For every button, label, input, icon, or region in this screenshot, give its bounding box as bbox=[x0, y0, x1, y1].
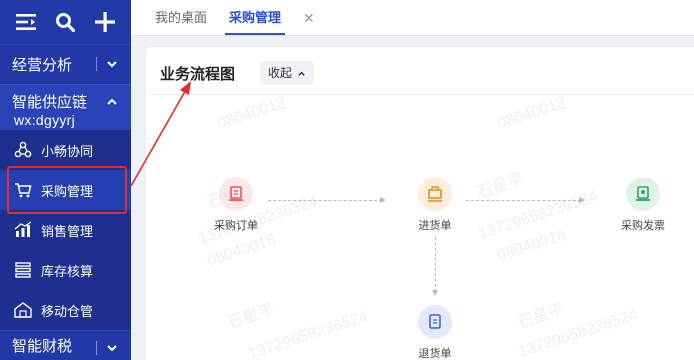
sidebar-item-label: 小畅协同 bbox=[41, 143, 94, 159]
flow-node-purchase-order[interactable]: 采购订单 bbox=[201, 177, 271, 233]
watermark: 08040018 bbox=[214, 94, 288, 133]
overlay-text: wx:dgyyrj bbox=[14, 112, 76, 128]
watermark: 石星平 bbox=[475, 170, 527, 202]
watermark: 08040018 bbox=[494, 226, 568, 265]
chart-icon bbox=[14, 221, 32, 239]
section-supply-chain-label: 智能供应链 bbox=[12, 94, 88, 111]
tab-home[interactable]: 我的桌面 bbox=[155, 0, 207, 36]
section-finance-label: 智能财税 bbox=[12, 338, 73, 355]
watermark: 13729658236524 bbox=[246, 308, 371, 360]
sidebar-item-collab[interactable]: 小畅协同 bbox=[0, 130, 131, 170]
page-title: 业务流程图 bbox=[160, 66, 236, 83]
tab-purchase-label: 采购管理 bbox=[229, 10, 282, 25]
flow-node-invoice[interactable]: 采购发票 bbox=[608, 177, 678, 233]
menu-icon[interactable] bbox=[14, 10, 38, 34]
search-icon[interactable] bbox=[53, 10, 77, 34]
add-icon[interactable] bbox=[93, 10, 117, 34]
chevron-up-icon bbox=[298, 71, 305, 76]
flow-connector bbox=[268, 197, 386, 203]
section-analysis[interactable]: 经营分析 bbox=[0, 44, 131, 84]
watermark: 13729658236524 bbox=[516, 306, 641, 360]
chevron-up-icon bbox=[107, 98, 117, 105]
receipt-icon bbox=[418, 177, 452, 211]
mobile-warehouse-icon bbox=[14, 301, 32, 319]
purchase-order-icon bbox=[219, 177, 253, 211]
watermark: 08040018 bbox=[204, 231, 278, 270]
sidebar: 经营分析 智能供应链 wx:dgyyrj 小畅协同 采购管理 销售管理 库存核算 bbox=[0, 0, 131, 360]
watermark: 08040018 bbox=[494, 94, 568, 133]
content-card: 业务流程图 收起 08040018 08040018 石星平 石星平 13729… bbox=[146, 47, 694, 360]
sidebar-item-label: 移动仓管 bbox=[41, 303, 94, 319]
section-analysis-label: 经营分析 bbox=[12, 57, 73, 74]
chevron-down-icon bbox=[107, 345, 117, 352]
sidebar-item-label: 销售管理 bbox=[41, 223, 94, 239]
node-label: 进货单 bbox=[418, 220, 452, 232]
close-icon[interactable]: ✕ bbox=[303, 0, 315, 36]
divider bbox=[96, 341, 97, 355]
divider bbox=[96, 57, 97, 71]
watermark: 石星平 bbox=[515, 300, 567, 332]
collab-icon bbox=[14, 141, 32, 159]
warehouse-icon bbox=[14, 261, 32, 279]
chevron-down-icon bbox=[107, 61, 117, 68]
collapse-button[interactable]: 收起 bbox=[260, 61, 315, 85]
flow-connector bbox=[466, 197, 585, 203]
return-icon bbox=[418, 305, 452, 339]
sidebar-item-label: 库存核算 bbox=[41, 263, 94, 279]
sidebar-item-mobile-warehouse[interactable]: 移动仓管 bbox=[0, 290, 131, 330]
tab-purchase[interactable]: 采购管理 bbox=[225, 0, 286, 35]
invoice-icon bbox=[626, 177, 660, 211]
node-label: 退货单 bbox=[418, 348, 452, 360]
tab-bar: 我的桌面 采购管理 ✕ bbox=[131, 0, 694, 36]
flow-node-return[interactable]: 退货单 bbox=[400, 305, 470, 360]
node-label: 采购发票 bbox=[621, 220, 665, 232]
sidebar-toolbar bbox=[0, 0, 131, 44]
section-finance[interactable]: 智能财税 bbox=[0, 330, 131, 360]
flow-connector bbox=[432, 237, 438, 296]
highlight-box bbox=[7, 166, 127, 214]
node-label: 采购订单 bbox=[214, 220, 258, 232]
flow-node-receipt[interactable]: 进货单 bbox=[400, 177, 470, 233]
sidebar-item-inventory[interactable]: 库存核算 bbox=[0, 250, 131, 290]
card-header: 业务流程图 收起 bbox=[146, 47, 694, 95]
collapse-label: 收起 bbox=[268, 66, 293, 80]
watermark: 石星平 bbox=[225, 300, 277, 332]
sidebar-item-sales[interactable]: 销售管理 bbox=[0, 210, 131, 250]
